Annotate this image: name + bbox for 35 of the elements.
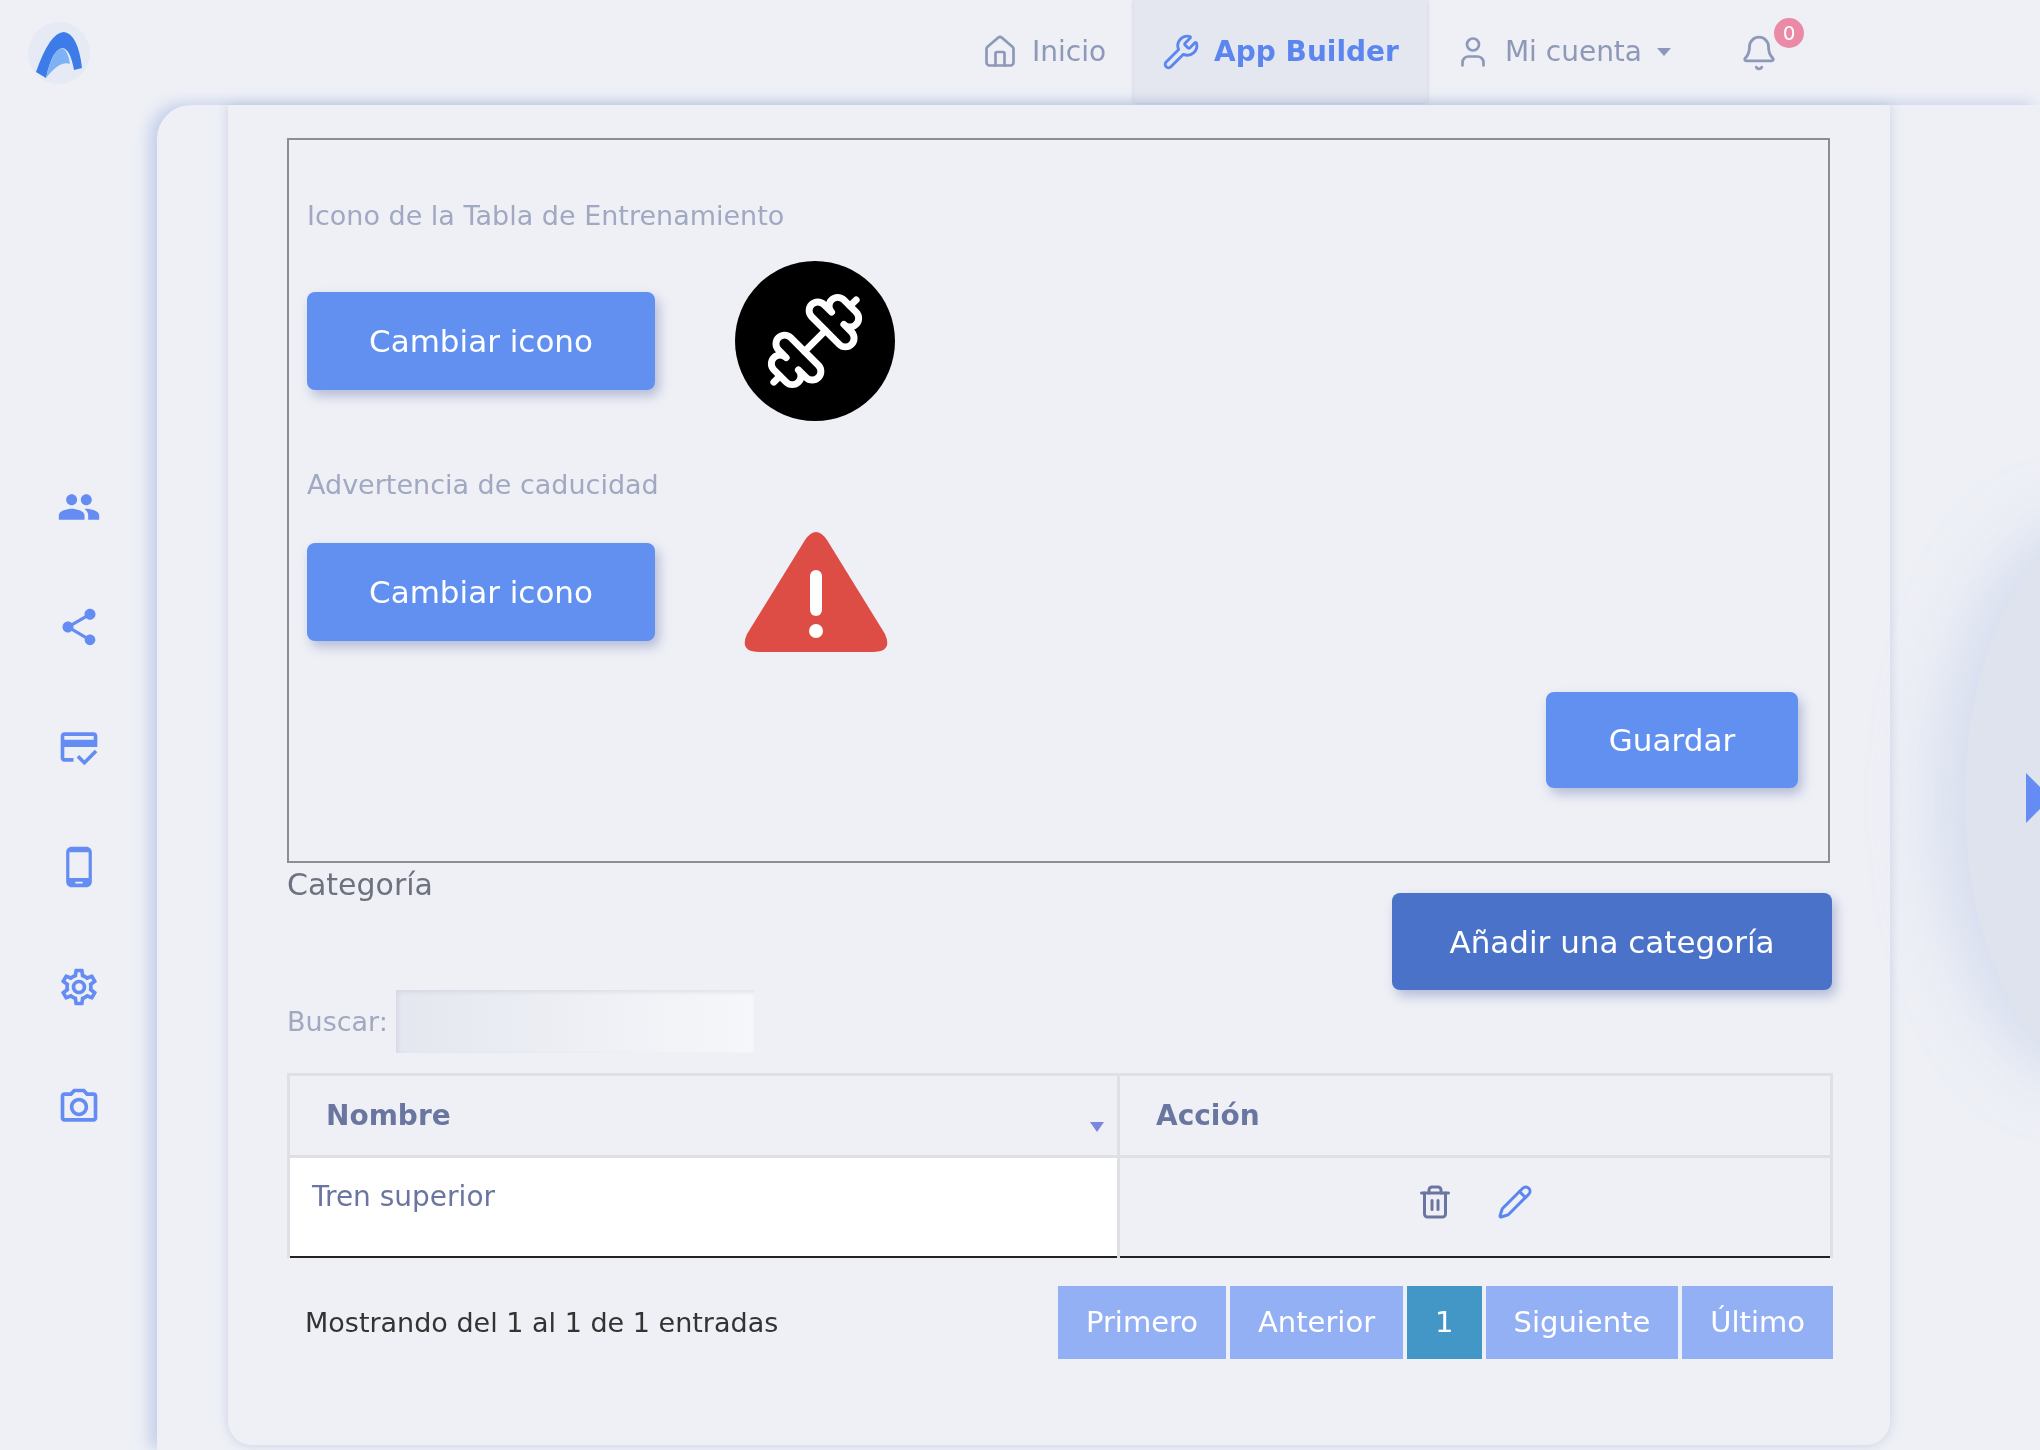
arrow-icon[interactable] bbox=[2026, 773, 2040, 823]
nav-label: App Builder bbox=[1214, 35, 1399, 68]
search-field[interactable] bbox=[395, 990, 754, 1053]
bell-icon bbox=[1740, 33, 1778, 72]
nav-label: Inicio bbox=[1032, 35, 1107, 68]
section-label: Advertencia de caducidad bbox=[307, 469, 660, 500]
warning-icon bbox=[743, 530, 889, 654]
notification-count: 0 bbox=[1774, 18, 1804, 48]
trash-icon[interactable] bbox=[1417, 1184, 1453, 1220]
page-button[interactable]: 1 bbox=[1407, 1285, 1482, 1359]
section-label: Icono de la Tabla de Entrenamiento bbox=[307, 200, 786, 231]
nav-label: Mi cuenta bbox=[1504, 35, 1642, 68]
pencil-icon[interactable] bbox=[1497, 1184, 1533, 1220]
logo-icon[interactable] bbox=[26, 19, 92, 86]
page-button[interactable]: Anterior bbox=[1230, 1285, 1404, 1359]
nav-tab[interactable]: App Builder bbox=[1134, 0, 1427, 103]
save-button[interactable]: Guardar bbox=[1546, 692, 1798, 788]
table-cell: Tren superior bbox=[288, 1156, 1119, 1257]
add-category-button[interactable]: Añadir una categoría bbox=[1392, 893, 1832, 990]
page-button[interactable]: Siguiente bbox=[1485, 1285, 1679, 1359]
nav-tab[interactable]: Mi cuenta bbox=[1426, 0, 1700, 103]
category-title: Categoría bbox=[287, 867, 433, 902]
change-icon-button[interactable]: Cambiar icono bbox=[307, 292, 655, 390]
home-icon bbox=[982, 33, 1018, 70]
page-button[interactable]: Primero bbox=[1057, 1285, 1226, 1359]
sort-icon bbox=[1089, 1121, 1105, 1133]
column-header[interactable]: Acción bbox=[1118, 1074, 1832, 1157]
nav-tab[interactable]: Inicio bbox=[954, 0, 1135, 103]
page-button[interactable]: Último bbox=[1682, 1285, 1833, 1359]
change-icon-button[interactable]: Cambiar icono bbox=[307, 543, 655, 641]
search-label: Buscar: bbox=[287, 1006, 388, 1037]
entries-info: Mostrando del 1 al 1 de 1 entradas bbox=[305, 1306, 779, 1338]
wrench-icon bbox=[1162, 32, 1201, 71]
caret-icon bbox=[1656, 46, 1672, 57]
notifications-button[interactable]: 0 bbox=[1700, 0, 1814, 105]
